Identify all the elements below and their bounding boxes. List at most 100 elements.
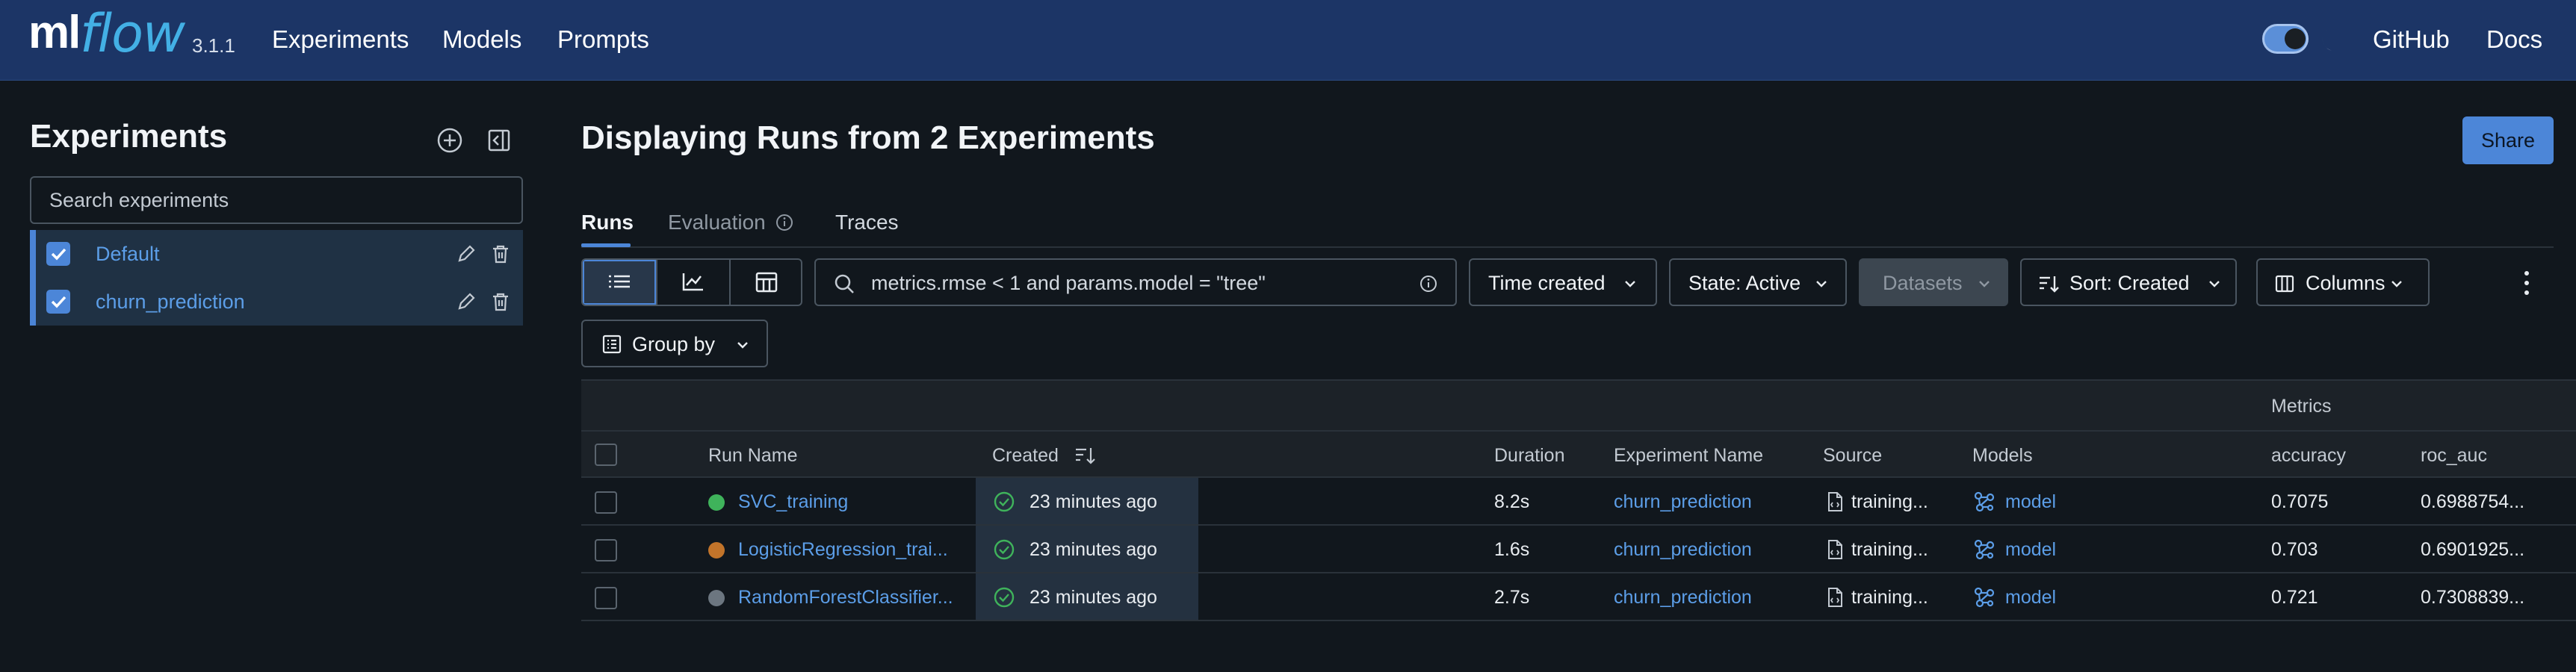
- nav-experiments[interactable]: Experiments: [272, 25, 409, 54]
- group-by-label: Group by: [632, 333, 716, 355]
- add-experiment-icon[interactable]: [433, 124, 466, 157]
- time-created-dropdown[interactable]: Time created: [1469, 258, 1657, 306]
- column-header-run-name[interactable]: Run Name: [708, 445, 798, 467]
- row-checkbox[interactable]: [595, 539, 617, 561]
- model-link[interactable]: model: [2005, 539, 2056, 561]
- runs-table: Metrics Run Name Created Duration Experi…: [581, 379, 2576, 621]
- sort-descending-icon[interactable]: [1073, 444, 1097, 467]
- experiment-checkbox[interactable]: [46, 242, 70, 266]
- metrics-group-header: Metrics: [2271, 396, 2332, 417]
- nav-models[interactable]: Models: [442, 25, 521, 54]
- duration-value: 8.2s: [1494, 491, 1530, 512]
- chart-view-button[interactable]: [656, 260, 729, 305]
- sort-label: Sort: Created: [2069, 272, 2190, 294]
- model-icon: [1974, 539, 1995, 560]
- filter-placeholder: metrics.rmse < 1 and params.model = "tre…: [871, 272, 1266, 294]
- nav-github[interactable]: GitHub: [2373, 25, 2450, 54]
- search-experiments-input[interactable]: [30, 176, 523, 224]
- model-icon: [1974, 491, 1995, 512]
- column-header-duration[interactable]: Duration: [1494, 445, 1565, 467]
- state-dropdown[interactable]: State: Active: [1669, 258, 1847, 306]
- logo-flow-text[interactable]: flow: [80, 3, 185, 64]
- edit-icon[interactable]: [454, 290, 478, 314]
- notebook-file-icon: [1828, 540, 1842, 559]
- run-status-dot: [708, 494, 725, 511]
- column-header-experiment-name[interactable]: Experiment Name: [1614, 445, 1763, 467]
- chevron-down-icon: [1625, 281, 1635, 287]
- duration-value: 2.7s: [1494, 587, 1530, 608]
- model-link[interactable]: model: [2005, 491, 2056, 513]
- chevron-down-icon: [2209, 281, 2220, 287]
- chevron-down-icon: [737, 342, 748, 349]
- time-created-label: Time created: [1488, 272, 1606, 294]
- filter-info-icon[interactable]: [1418, 273, 1439, 294]
- group-by-dropdown[interactable]: Group by: [581, 320, 768, 367]
- tab-traces[interactable]: Traces: [835, 211, 899, 234]
- source-value[interactable]: training...: [1851, 587, 1928, 609]
- column-header-roc-auc[interactable]: roc_auc: [2421, 445, 2487, 467]
- table-row[interactable]: LogisticRegression_trai... 23 minutes ag…: [581, 526, 2576, 573]
- page-title: Displaying Runs from 2 Experiments: [581, 119, 1155, 156]
- version-label: 3.1.1: [192, 34, 235, 57]
- run-status-dot: [708, 590, 725, 606]
- nav-docs[interactable]: Docs: [2486, 25, 2542, 54]
- experiment-link[interactable]: churn_prediction: [1614, 491, 1752, 513]
- sidebar-title: Experiments: [30, 118, 228, 155]
- columns-dropdown[interactable]: Columns: [2256, 258, 2430, 306]
- run-name-link[interactable]: LogisticRegression_trai...: [738, 539, 948, 561]
- more-options-icon[interactable]: [2518, 267, 2536, 299]
- experiment-name[interactable]: Default: [96, 243, 160, 266]
- list-icon: [609, 275, 630, 288]
- logo-ml-text[interactable]: ml: [28, 6, 81, 59]
- chevron-down-icon: [1979, 281, 1990, 287]
- nav-prompts[interactable]: Prompts: [557, 25, 649, 54]
- source-value[interactable]: training...: [1851, 539, 1928, 561]
- experiment-item-default[interactable]: Default: [36, 230, 523, 278]
- row-checkbox[interactable]: [595, 587, 617, 609]
- select-all-checkbox[interactable]: [595, 444, 617, 466]
- experiment-name[interactable]: churn_prediction: [96, 290, 245, 314]
- table-header-row: Run Name Created Duration Experiment Nam…: [581, 430, 2576, 478]
- column-header-created[interactable]: Created: [992, 445, 1059, 467]
- column-header-models[interactable]: Models: [1972, 445, 2033, 467]
- active-tab-indicator: [581, 243, 631, 247]
- column-header-source[interactable]: Source: [1823, 445, 1882, 467]
- tab-runs[interactable]: Runs: [581, 211, 634, 234]
- duration-value: 1.6s: [1494, 539, 1530, 560]
- notebook-file-icon: [1828, 492, 1842, 511]
- experiment-link[interactable]: churn_prediction: [1614, 587, 1752, 609]
- check-circle-icon: [994, 587, 1015, 608]
- column-header-accuracy[interactable]: accuracy: [2271, 445, 2346, 467]
- experiment-list: Default churn_prediction: [30, 230, 523, 326]
- run-status-dot: [708, 542, 725, 559]
- datasets-dropdown[interactable]: Datasets: [1859, 258, 2008, 306]
- datasets-label: Datasets: [1883, 272, 1963, 294]
- info-icon[interactable]: [774, 212, 795, 233]
- accuracy-value: 0.721: [2271, 587, 2318, 608]
- source-value[interactable]: training...: [1851, 491, 1928, 513]
- share-button[interactable]: Share: [2462, 116, 2554, 164]
- experiment-checkbox[interactable]: [46, 290, 70, 314]
- check-circle-icon: [994, 491, 1015, 512]
- row-checkbox[interactable]: [595, 491, 617, 514]
- edit-icon[interactable]: [454, 242, 478, 266]
- experiment-item-churn-prediction[interactable]: churn_prediction: [36, 278, 523, 326]
- check-icon: [51, 248, 66, 261]
- tab-evaluation[interactable]: Evaluation: [668, 211, 766, 234]
- table-row[interactable]: RandomForestClassifier... 23 minutes ago…: [581, 573, 2576, 621]
- list-view-button[interactable]: [583, 260, 656, 305]
- run-name-link[interactable]: SVC_training: [738, 491, 848, 513]
- sort-icon: [2040, 276, 2059, 293]
- columns-label: Columns: [2306, 272, 2385, 294]
- table-row[interactable]: SVC_training 23 minutes ago 8.2s churn_p…: [581, 478, 2576, 526]
- sort-dropdown[interactable]: Sort: Created: [2020, 258, 2237, 306]
- experiment-link[interactable]: churn_prediction: [1614, 539, 1752, 561]
- table-view-button[interactable]: [729, 260, 801, 305]
- collapse-sidebar-icon[interactable]: [483, 124, 515, 157]
- run-filter-input[interactable]: metrics.rmse < 1 and params.model = "tre…: [814, 258, 1457, 306]
- delete-icon[interactable]: [489, 290, 513, 314]
- accuracy-value: 0.703: [2271, 539, 2318, 560]
- delete-icon[interactable]: [489, 242, 513, 266]
- run-name-link[interactable]: RandomForestClassifier...: [738, 587, 953, 609]
- model-link[interactable]: model: [2005, 587, 2056, 609]
